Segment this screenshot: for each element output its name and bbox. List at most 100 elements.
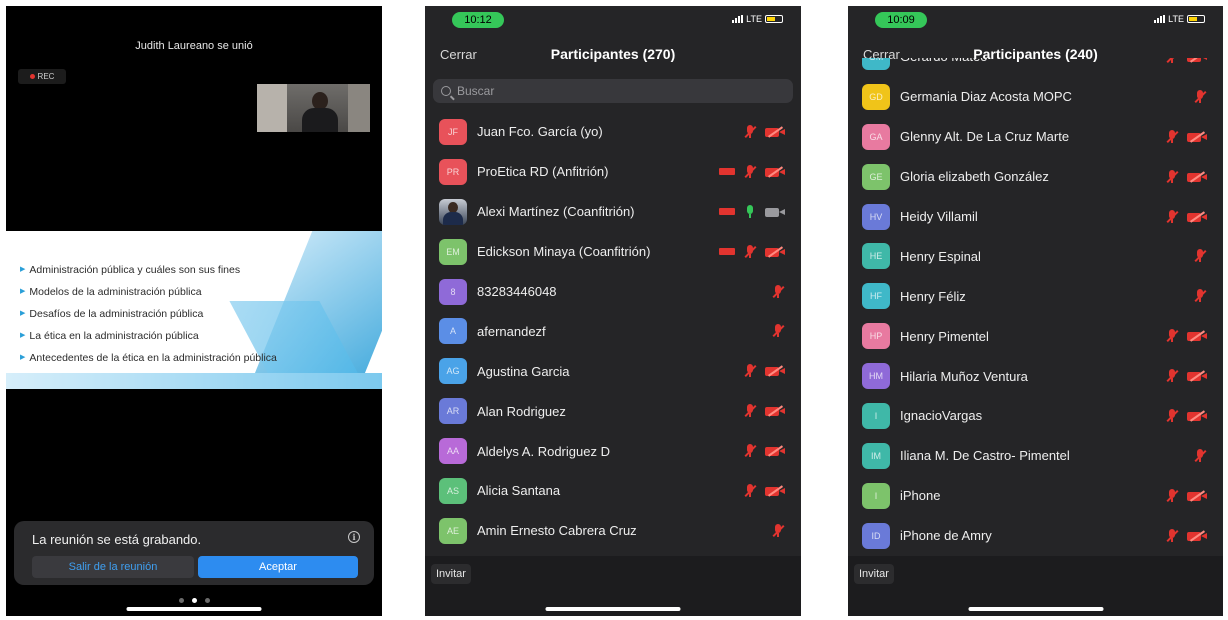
video-off-icon[interactable] xyxy=(1187,170,1207,183)
muted-mic-icon[interactable] xyxy=(1165,408,1179,423)
muted-mic-icon[interactable] xyxy=(1165,528,1179,543)
participant-avatar xyxy=(439,198,467,225)
muted-mic-icon[interactable] xyxy=(1193,289,1207,303)
muted-mic-icon[interactable] xyxy=(743,364,757,378)
muted-mic-icon[interactable] xyxy=(771,284,785,299)
participant-avatar: A xyxy=(439,318,467,345)
participant-avatar: AE xyxy=(439,517,467,544)
page-indicator[interactable] xyxy=(6,598,382,603)
participant-avatar: AR xyxy=(439,398,467,425)
muted-mic-icon[interactable] xyxy=(1193,89,1207,104)
muted-mic-icon[interactable] xyxy=(1165,169,1179,184)
video-off-icon[interactable] xyxy=(1187,410,1207,422)
participant-name: Alan Rodriguez xyxy=(477,403,566,419)
video-on-icon[interactable] xyxy=(765,206,785,218)
video-off-icon[interactable] xyxy=(1187,131,1207,143)
participant-row[interactable]: I IgnacioVargas xyxy=(848,396,1223,436)
participant-row[interactable]: AR Alan Rodriguez xyxy=(425,391,801,431)
participant-avatar: AA xyxy=(439,438,467,465)
page-dot-active xyxy=(191,598,197,603)
slide-bullet: ▶ Antecedentes de la ética en la administ… xyxy=(20,347,277,369)
participant-video-thumbnail[interactable] xyxy=(257,84,370,132)
info-icon[interactable]: i xyxy=(348,531,360,543)
participant-search-bar[interactable] xyxy=(433,79,793,103)
muted-mic-icon[interactable] xyxy=(1193,448,1207,463)
video-off-icon[interactable] xyxy=(765,485,785,497)
participant-avatar: 8 xyxy=(439,278,467,305)
slide-bullet: ▶ Modelos de la administración pública xyxy=(20,281,277,303)
participant-status-icons xyxy=(743,124,785,139)
participant-avatar: GM xyxy=(862,58,890,70)
participant-row[interactable]: HV Heidy Villamil xyxy=(848,197,1223,237)
participant-row[interactable]: GA Glenny Alt. De La Cruz Marte xyxy=(848,117,1223,157)
participant-row[interactable]: AE Amin Ernesto Cabrera Cruz xyxy=(425,511,801,551)
search-input[interactable] xyxy=(457,84,757,98)
muted-mic-icon[interactable] xyxy=(1165,129,1179,144)
video-off-icon[interactable] xyxy=(765,245,785,258)
participant-row[interactable]: GD Germania Diaz Acosta MOPC xyxy=(848,77,1223,117)
participant-row[interactable]: AS Alicia Santana xyxy=(425,471,801,511)
muted-mic-icon[interactable] xyxy=(743,244,757,259)
video-off-icon[interactable] xyxy=(1187,370,1207,382)
video-off-icon[interactable] xyxy=(1187,330,1207,342)
participant-row[interactable]: ID iPhone de Amry xyxy=(848,516,1223,554)
participant-row[interactable]: AG Agustina Garcia xyxy=(425,351,801,391)
participant-name: Aldelys A. Rodriguez D xyxy=(477,443,610,459)
participant-avatar: HF xyxy=(862,283,890,310)
participant-row[interactable]: IM Iliana M. De Castro- Pimentel xyxy=(848,436,1223,476)
video-off-icon[interactable] xyxy=(1187,490,1207,502)
participant-row[interactable]: GM Gerardo Mateo xyxy=(848,58,1223,77)
video-off-icon[interactable] xyxy=(1187,529,1207,542)
muted-mic-icon[interactable] xyxy=(1165,488,1179,503)
participant-name: Agustina Garcia xyxy=(477,363,570,379)
active-mic-icon[interactable] xyxy=(743,204,757,219)
participant-row[interactable]: HE Henry Espinal xyxy=(848,236,1223,276)
participant-row[interactable]: IiPhone xyxy=(848,476,1223,516)
video-off-icon[interactable] xyxy=(765,445,785,457)
muted-mic-icon[interactable] xyxy=(1165,369,1179,383)
muted-mic-icon[interactable] xyxy=(1193,249,1207,263)
muted-mic-icon[interactable] xyxy=(743,483,757,498)
recording-icon xyxy=(719,168,735,176)
participant-name: Juan Fco. García (yo) xyxy=(477,124,603,140)
muted-mic-icon[interactable] xyxy=(1165,329,1179,343)
muted-mic-icon[interactable] xyxy=(743,444,757,458)
participant-row[interactable]: HF Henry Féliz xyxy=(848,276,1223,316)
invite-button[interactable]: Invitar xyxy=(431,564,471,584)
video-off-icon[interactable] xyxy=(1187,58,1207,63)
muted-mic-icon[interactable] xyxy=(743,124,757,139)
person-silhouette xyxy=(302,92,338,132)
home-indicator[interactable] xyxy=(126,607,262,611)
muted-mic-icon[interactable] xyxy=(1165,209,1179,224)
home-indicator[interactable] xyxy=(968,607,1103,611)
video-off-icon[interactable] xyxy=(765,166,785,178)
muted-mic-icon[interactable] xyxy=(743,164,757,179)
home-indicator[interactable] xyxy=(545,607,681,611)
participant-name: Gerardo Mateo xyxy=(900,58,987,64)
participant-row[interactable]: Alexi Martínez (Coanfitrión) xyxy=(425,192,801,232)
video-off-icon[interactable] xyxy=(765,365,785,377)
leave-meeting-button[interactable]: Salir de la reunión xyxy=(32,556,194,578)
muted-mic-icon[interactable] xyxy=(1165,58,1179,64)
video-off-icon[interactable] xyxy=(1187,210,1207,223)
participant-row[interactable]: JF Juan Fco. García (yo) xyxy=(425,112,801,152)
invite-button[interactable]: Invitar xyxy=(854,564,894,584)
participant-row[interactable]: EM Edickson Minaya (Coanfitrión) xyxy=(425,232,801,272)
participant-row[interactable]: HM Hilaria Muñoz Ventura xyxy=(848,356,1223,396)
participant-row[interactable]: PR ProEtica RD (Anfitrión) xyxy=(425,152,801,192)
participant-row[interactable]: Aafernandezf xyxy=(425,311,801,351)
slide-bullet-text: La ética en la administración pública xyxy=(29,330,199,342)
participant-row[interactable]: AA Aldelys A. Rodriguez D xyxy=(425,431,801,471)
participant-row[interactable]: GE Gloria elizabeth González xyxy=(848,157,1223,197)
video-off-icon[interactable] xyxy=(765,405,785,417)
muted-mic-icon[interactable] xyxy=(771,324,785,338)
muted-mic-icon[interactable] xyxy=(771,523,785,538)
muted-mic-icon[interactable] xyxy=(743,404,757,418)
video-off-icon[interactable] xyxy=(765,126,785,138)
participant-row[interactable]: 8 83283446048 xyxy=(425,272,801,312)
participant-row[interactable]: HP Henry Pimentel xyxy=(848,316,1223,356)
bullet-arrow-icon: ▶ xyxy=(20,266,26,273)
participant-status-icons xyxy=(1165,488,1207,503)
accept-button[interactable]: Aceptar xyxy=(198,556,358,578)
participant-avatar: AS xyxy=(439,477,467,504)
